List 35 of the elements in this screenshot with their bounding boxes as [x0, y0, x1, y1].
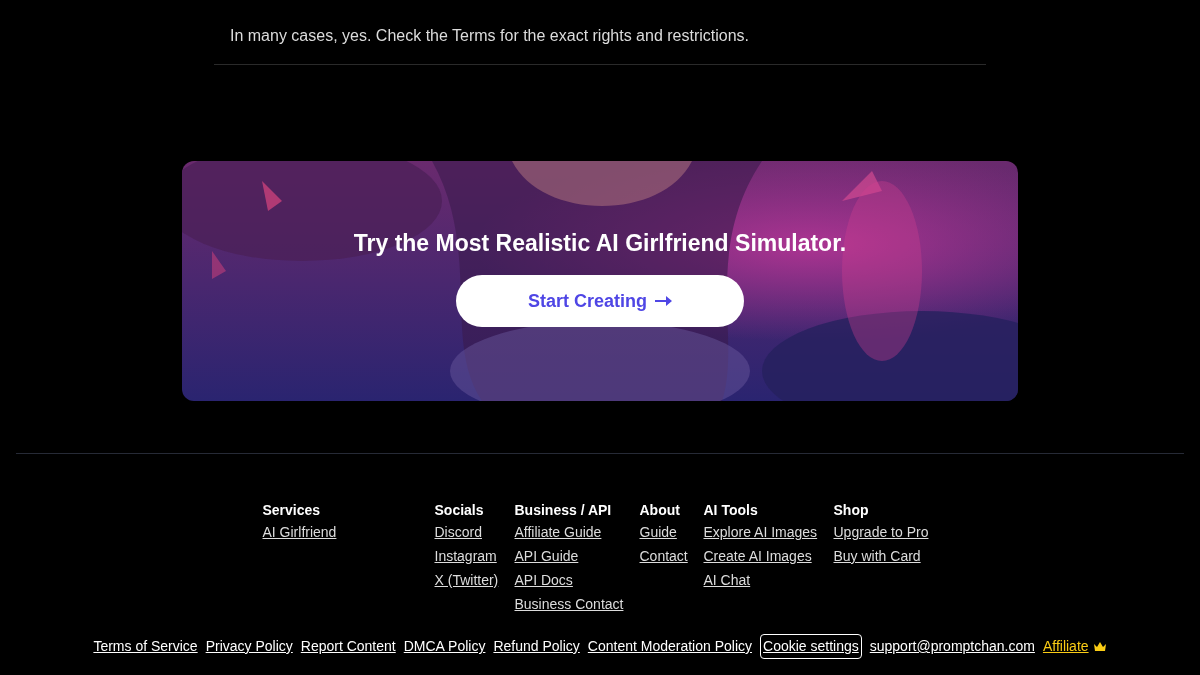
cookie-settings-button[interactable]: Cookie settings — [760, 634, 862, 659]
footer-link[interactable]: Explore AI Images — [703, 524, 818, 540]
footer-link[interactable]: Business Contact — [514, 596, 624, 612]
footer-link[interactable]: Affiliate Guide — [514, 524, 602, 540]
footer-link[interactable]: API Docs — [514, 572, 573, 588]
footer-link[interactable]: Contact — [639, 548, 688, 564]
footer-link[interactable]: AI Chat — [703, 572, 751, 588]
footer-link[interactable]: Buy with Card — [833, 548, 921, 564]
footer-heading: Socials — [434, 501, 485, 520]
banner-title: Try the Most Realistic AI Girlfriend Simulator. — [353, 229, 847, 257]
start-creating-button[interactable]: Start Creating — [456, 275, 744, 327]
footer-heading: Shop — [833, 501, 870, 520]
footer-link[interactable]: Discord — [434, 524, 482, 540]
footer-link[interactable]: Report Content — [300, 636, 396, 657]
footer-link[interactable]: Privacy Policy — [205, 636, 293, 657]
footer-link[interactable]: AI Girlfriend — [262, 524, 337, 540]
footer-link[interactable]: support@promptchan.com — [869, 636, 1035, 657]
faq-answer: In many cases, yes. Check the Terms for the exact rights and restrictions. — [230, 26, 751, 46]
footer-link[interactable]: Refund Policy — [493, 636, 580, 657]
footer-link[interactable]: Terms of Service — [93, 636, 198, 657]
arrow-right-icon — [655, 296, 672, 306]
footer-link[interactable]: Content Moderation Policy — [587, 636, 752, 657]
footer-heading: Services — [262, 501, 322, 520]
footer-heading: About — [639, 501, 681, 520]
footer-link[interactable]: API Guide — [514, 548, 579, 564]
footer-heading: AI Tools — [703, 501, 759, 520]
affiliate-link[interactable]: Affiliate — [1042, 636, 1089, 657]
footer-link[interactable]: DMCA Policy — [403, 636, 486, 657]
footer-heading: Business / API — [514, 501, 613, 520]
footer-link[interactable]: X (Twitter) — [434, 572, 499, 588]
footer-link[interactable]: Instagram — [434, 548, 497, 564]
footer-link[interactable]: Create AI Images — [703, 548, 812, 564]
footer-link[interactable]: Guide — [639, 524, 677, 540]
crown-icon — [1092, 641, 1107, 652]
footer-link[interactable]: Upgrade to Pro — [833, 524, 929, 540]
